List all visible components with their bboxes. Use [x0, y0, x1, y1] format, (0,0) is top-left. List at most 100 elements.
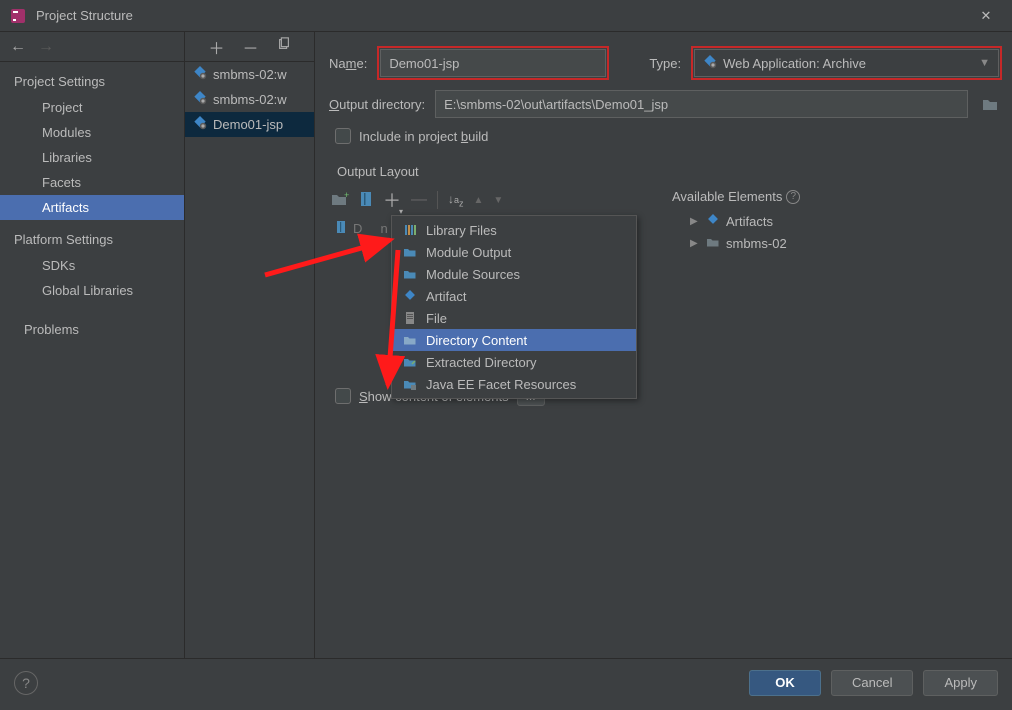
output-directory-label: Output directory:	[329, 97, 425, 112]
tree-expand-icon[interactable]: ▶	[690, 238, 700, 249]
help-button[interactable]: ?	[14, 671, 38, 695]
popup-item-artifact[interactable]: Artifact	[392, 285, 636, 307]
available-elements-panel: Available Elements ? ▶ Artifacts ▶ smbms…	[672, 187, 1002, 406]
app-icon	[10, 8, 26, 24]
artifact-icon	[706, 213, 720, 230]
nav-item-sdks[interactable]: SDKs	[0, 253, 184, 278]
output-layout-toolbar: + ＋▾ — ↓az ▲ ▼	[329, 187, 662, 213]
library-files-icon	[402, 222, 418, 238]
output-directory-row: Output directory:	[329, 90, 1002, 118]
nav-section-project-settings: Project Settings	[0, 62, 184, 95]
artifact-icon	[193, 116, 207, 133]
artifact-list-toolbar: ＋ －	[185, 32, 314, 62]
name-input-highlight	[377, 46, 609, 80]
add-popup-menu[interactable]: Library Files Module Output Module Sourc…	[391, 215, 637, 399]
add-copy-icon[interactable]: ＋▾	[383, 187, 401, 213]
artifact-list-item-label: smbms-02:w	[213, 92, 287, 107]
include-build-checkbox[interactable]	[335, 128, 351, 144]
file-icon	[402, 310, 418, 326]
include-build-label: Include in project build	[359, 129, 488, 144]
titlebar-title: Project Structure	[36, 8, 970, 23]
artifact-list-item[interactable]: Demo01-jsp	[185, 112, 314, 137]
name-input[interactable]	[380, 49, 606, 77]
available-elements-tree[interactable]: ▶ Artifacts ▶ smbms-02	[672, 210, 1002, 254]
module-output-icon	[402, 244, 418, 260]
artifact-type-icon	[703, 55, 717, 72]
artifact-icon	[193, 66, 207, 83]
sort-icon[interactable]: ↓az	[448, 192, 464, 208]
ok-button[interactable]: OK	[749, 670, 821, 696]
popup-item-label: Module Sources	[426, 267, 520, 282]
popup-item-library-files[interactable]: Library Files	[392, 219, 636, 241]
show-content-checkbox[interactable]	[335, 388, 351, 404]
artifact-list-item-label: smbms-02:w	[213, 67, 287, 82]
popup-item-label: Extracted Directory	[426, 355, 537, 370]
chevron-down-icon: ▼	[979, 57, 990, 69]
extracted-directory-icon	[402, 354, 418, 370]
include-build-row: Include in project build	[335, 128, 1002, 144]
artifact-icon	[193, 91, 207, 108]
artifact-list-item[interactable]: smbms-02:w	[185, 62, 314, 87]
nav-item-facets[interactable]: Facets	[0, 170, 184, 195]
remove-artifact-icon[interactable]: －	[243, 35, 259, 59]
close-icon[interactable]: ✕	[970, 0, 1002, 32]
copy-artifact-icon[interactable]	[277, 37, 291, 56]
new-archive-icon[interactable]	[359, 191, 373, 210]
nav-arrows: ← →	[0, 32, 184, 62]
nav-item-libraries[interactable]: Libraries	[0, 145, 184, 170]
popup-item-label: Artifact	[426, 289, 466, 304]
available-elements-title: Available Elements ?	[672, 189, 1002, 210]
javaee-facet-icon	[402, 376, 418, 392]
popup-item-directory-content[interactable]: Directory Content	[392, 329, 636, 351]
type-combo[interactable]: Web Application: Archive ▼	[694, 49, 999, 77]
nav-item-project[interactable]: Project	[0, 95, 184, 120]
apply-button[interactable]: Apply	[923, 670, 998, 696]
artifact-list-item[interactable]: smbms-02:w	[185, 87, 314, 112]
popup-item-module-sources[interactable]: Module Sources	[392, 263, 636, 285]
directory-content-icon	[402, 332, 418, 348]
available-tree-item-label: Artifacts	[726, 214, 773, 229]
tree-expand-icon[interactable]: ▶	[690, 216, 700, 227]
artifact-list-item-label: Demo01-jsp	[213, 117, 283, 132]
type-combo-highlight: Web Application: Archive ▼	[691, 46, 1002, 80]
nav-item-global-libraries[interactable]: Global Libraries	[0, 278, 184, 303]
add-artifact-icon[interactable]: ＋	[208, 35, 224, 59]
help-icon[interactable]: ?	[786, 190, 800, 204]
nav-section-platform-settings: Platform Settings	[0, 220, 184, 253]
nav-item-modules[interactable]: Modules	[0, 120, 184, 145]
new-folder-icon[interactable]: +	[331, 192, 349, 209]
nav-item-problems[interactable]: Problems	[0, 317, 184, 342]
cancel-button[interactable]: Cancel	[831, 670, 913, 696]
artifact-popup-icon	[402, 288, 418, 304]
move-up-icon[interactable]: ▲	[474, 195, 484, 206]
popup-item-file[interactable]: File	[392, 307, 636, 329]
type-label: Type:	[649, 56, 681, 71]
archive-icon	[335, 220, 347, 237]
forward-arrow-icon[interactable]: →	[38, 38, 54, 56]
artifact-list-column: ＋ － smbms-02:w smbms-02:w Demo01-jsp	[185, 32, 315, 658]
output-layout-section: Output Layout + ＋▾ — ↓az ▲	[329, 160, 1002, 406]
output-layout-title: Output Layout	[329, 160, 1002, 187]
svg-text:+: +	[344, 192, 349, 200]
available-tree-item-label: smbms-02	[726, 236, 787, 251]
available-tree-item[interactable]: ▶ smbms-02	[672, 233, 1002, 254]
available-tree-item[interactable]: ▶ Artifacts	[672, 210, 1002, 233]
popup-item-label: Library Files	[426, 223, 497, 238]
back-arrow-icon[interactable]: ←	[10, 38, 26, 56]
move-down-icon[interactable]: ▼	[493, 195, 503, 206]
browse-folder-icon[interactable]	[978, 92, 1002, 116]
main-area: ← → Project Settings Project Modules Lib…	[0, 32, 1012, 658]
output-layout-left: + ＋▾ — ↓az ▲ ▼	[329, 187, 662, 406]
module-sources-icon	[402, 266, 418, 282]
titlebar: Project Structure ✕	[0, 0, 1012, 32]
popup-item-module-output[interactable]: Module Output	[392, 241, 636, 263]
popup-item-extracted-directory[interactable]: Extracted Directory	[392, 351, 636, 373]
name-type-row: Name: Type: Web Application: Archive ▼	[329, 46, 1002, 80]
remove-element-icon[interactable]: —	[411, 191, 427, 209]
popup-item-javaee-facet[interactable]: Java EE Facet Resources	[392, 373, 636, 395]
bottom-bar: ? OK Cancel Apply	[0, 658, 1012, 706]
popup-item-label: File	[426, 311, 447, 326]
nav-item-artifacts[interactable]: Artifacts	[0, 195, 184, 220]
name-label: Name:	[329, 56, 367, 71]
output-directory-input[interactable]	[435, 90, 968, 118]
